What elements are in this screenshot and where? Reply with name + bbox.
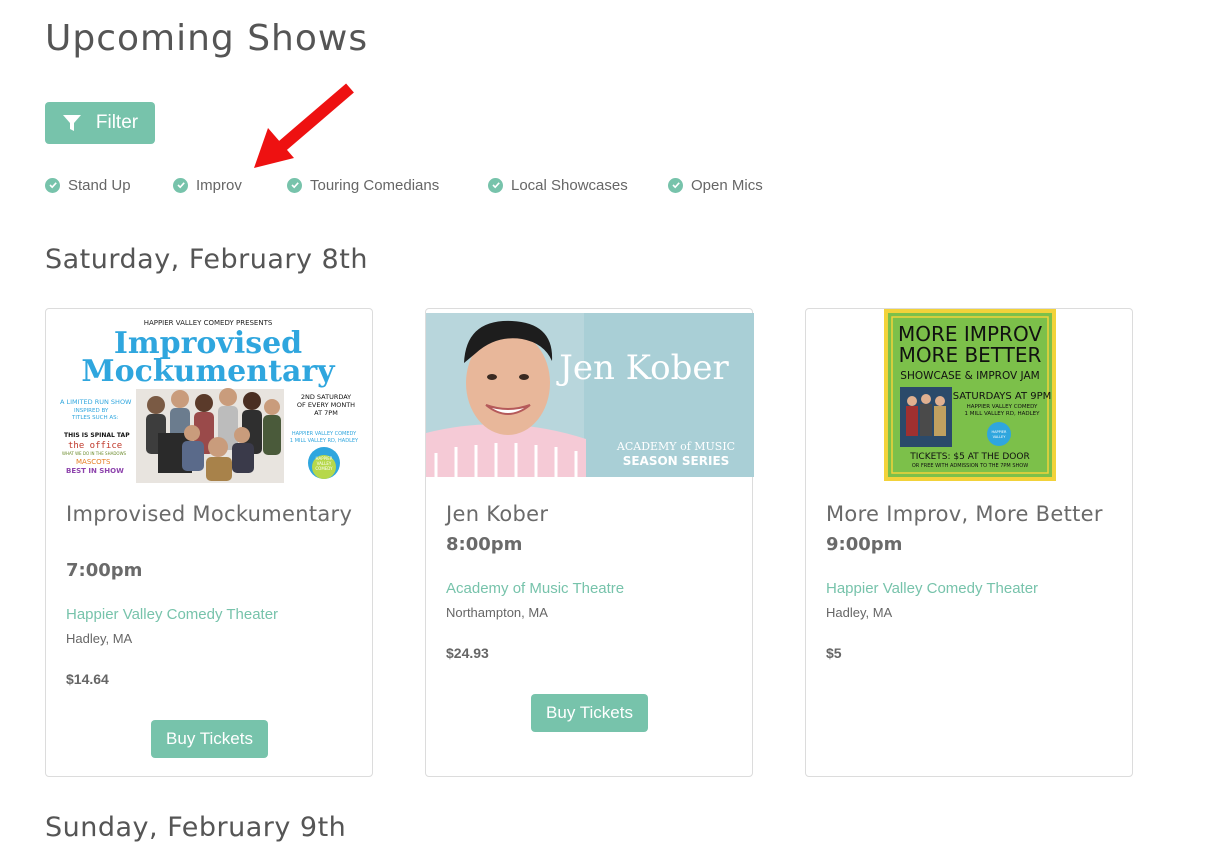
check-icon [173, 177, 188, 193]
venue-city: Hadley, MA [826, 605, 893, 620]
svg-text:VALLEY: VALLEY [993, 435, 1007, 439]
filter-label: Open Mics [691, 176, 763, 194]
show-time: 9:00pm [826, 534, 903, 555]
poster-venue: HAPPIER VALLEY COMEDY [967, 404, 1038, 410]
venue-link[interactable]: Happier Valley Comedy Theater [826, 580, 1038, 597]
poster-tagline: A LIMITED RUN SHOW [60, 398, 132, 406]
annotation-arrow [254, 83, 354, 168]
show-title[interactable]: Jen Kober [446, 501, 742, 527]
poster-venue: 1 MILL VALLEY RD, HADLEY [290, 438, 359, 444]
filter-label: Stand Up [68, 176, 131, 194]
show-title[interactable]: More Improv, More Better [826, 501, 1122, 527]
poster-venue: 1 MILL VALLEY RD, HADLEY [965, 411, 1041, 417]
date-heading: Sunday, February 9th [45, 812, 347, 843]
poster-subtitle: SHOWCASE & IMPROV JAM [900, 370, 1039, 382]
venue-city: Hadley, MA [66, 631, 133, 646]
ticket-price: $24.93 [446, 645, 489, 661]
show-time: 7:00pm [66, 560, 143, 581]
cast-photo [136, 388, 284, 483]
show-time: 8:00pm [446, 534, 523, 555]
poster-title-line2: MORE BETTER [899, 343, 1042, 367]
venue-logo: HAPPIER VALLEY [987, 422, 1011, 446]
show-poster[interactable]: HAPPIER VALLEY COMEDY PRESENTS Improvise… [58, 315, 362, 483]
category-filters: Stand Up Improv Touring Comedians Local … [0, 174, 1208, 196]
filter-label: Filter [95, 112, 139, 133]
check-icon [287, 177, 302, 193]
poster-schedule: SATURDAYS AT 9PM [953, 391, 1052, 402]
ticket-price: $5 [826, 645, 842, 661]
poster-tagline: TITLES SUCH AS: [71, 415, 119, 421]
ticket-price: $14.64 [66, 671, 109, 687]
check-icon [45, 177, 60, 193]
date-heading: Saturday, February 8th [45, 244, 368, 275]
venue-link[interactable]: Academy of Music Theatre [446, 580, 624, 597]
filter-local-showcases-checkbox[interactable]: Local Showcases [488, 174, 628, 196]
poster-performer-name: Jen Kober [556, 348, 729, 388]
venue-link[interactable]: Happier Valley Comedy Theater [66, 606, 278, 623]
poster-schedule: OF EVERY MONTH [297, 401, 355, 409]
filter-open-mics-checkbox[interactable]: Open Mics [668, 174, 763, 196]
cast-photo [900, 387, 952, 447]
funnel-icon [62, 115, 81, 131]
show-poster[interactable]: MORE IMPROV MORE BETTER SHOWCASE & IMPRO… [884, 309, 1056, 481]
poster-title-line2: Mockumentary [81, 354, 336, 389]
show-card: MORE IMPROV MORE BETTER SHOWCASE & IMPRO… [805, 308, 1133, 777]
check-icon [668, 177, 683, 193]
poster-schedule: 2ND SATURDAY [301, 393, 351, 401]
filter-standup-checkbox[interactable]: Stand Up [45, 174, 131, 196]
filter-label: Local Showcases [511, 176, 628, 194]
poster-series: SEASON SERIES [623, 454, 730, 468]
show-card: Jen Kober ACADEMY of MUSIC SEASON SERIES… [425, 308, 754, 777]
poster-title-ref: the office [68, 441, 122, 451]
check-icon [488, 177, 503, 193]
filter-label: Improv [196, 176, 242, 194]
show-title[interactable]: Improvised Mockumentary [66, 501, 362, 527]
filter-improv-checkbox[interactable]: Improv [173, 174, 242, 196]
buy-tickets-button[interactable]: Buy Tickets [531, 694, 648, 732]
show-card: HAPPIER VALLEY COMEDY PRESENTS Improvise… [45, 308, 373, 777]
filter-label: Touring Comedians [310, 176, 440, 194]
svg-text:HAPPIER: HAPPIER [992, 430, 1007, 434]
poster-schedule: AT 7PM [314, 409, 338, 417]
poster-title-ref: MASCOTS [76, 458, 111, 466]
filter-touring-checkbox[interactable]: Touring Comedians [287, 174, 439, 196]
poster-title-ref: WHAT WE DO IN THE SHADOWS [62, 451, 127, 456]
poster-note: OR FREE WITH ADMISSION TO THE 7PM SHOW [912, 463, 1028, 469]
filter-button[interactable]: Filter [45, 102, 155, 144]
poster-tickets: TICKETS: $5 AT THE DOOR [909, 452, 1029, 462]
poster-title-ref: BEST IN SHOW [66, 467, 124, 475]
page-title: Upcoming Shows [45, 18, 369, 59]
svg-text:COMEDY: COMEDY [315, 466, 333, 471]
venue-city: Northampton, MA [446, 605, 548, 620]
venue-logo: HAPPIER VALLEY COMEDY [308, 447, 340, 479]
poster-venue: HAPPIER VALLEY COMEDY [292, 431, 357, 437]
show-poster[interactable]: Jen Kober ACADEMY of MUSIC SEASON SERIES [426, 313, 754, 477]
poster-tagline: INSPIRED BY [74, 408, 109, 414]
poster-brand: ACADEMY of MUSIC [616, 440, 735, 453]
buy-tickets-button[interactable]: Buy Tickets [151, 720, 268, 758]
poster-title-ref: THIS IS SPINAL TAP [64, 432, 130, 439]
